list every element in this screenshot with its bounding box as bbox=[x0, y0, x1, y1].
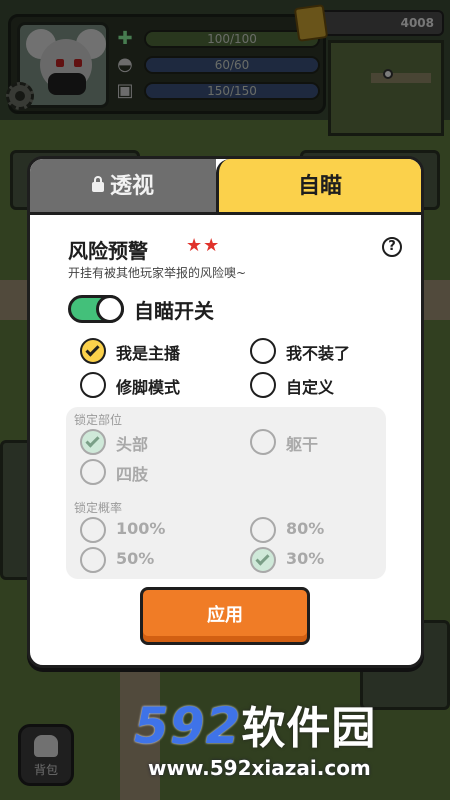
mode-option-label: 修脚模式 bbox=[116, 378, 181, 397]
auto-aim-toggle-label: 自瞄开关 bbox=[134, 299, 214, 323]
risk-warning-title: 风险预警 bbox=[68, 239, 148, 263]
lock-rate-heading: 锁定概率 bbox=[74, 501, 123, 515]
lock-rate-label: 50% bbox=[116, 549, 155, 568]
radio-unchecked-icon bbox=[250, 372, 276, 398]
radio-unchecked-icon bbox=[250, 338, 276, 364]
tab-divider bbox=[30, 212, 421, 215]
radio-unchecked-icon bbox=[80, 517, 106, 543]
radio-unchecked-icon bbox=[80, 547, 106, 573]
radio-unchecked-icon bbox=[80, 459, 106, 485]
radio-unchecked-icon bbox=[80, 372, 106, 398]
radio-unchecked-icon bbox=[250, 517, 276, 543]
tab-perspective[interactable]: 透视 bbox=[30, 159, 216, 215]
mode-option-label: 我是主播 bbox=[116, 344, 181, 363]
lock-part-label: 头部 bbox=[116, 435, 149, 454]
cheat-settings-modal: 透视 自瞄 风险预警 ★★ ? 开挂有被其他玩家举报的风险噢~ 自瞄开关 我是主… bbox=[27, 156, 424, 668]
lock-rate-label: 100% bbox=[116, 519, 166, 538]
radio-checked-icon bbox=[250, 547, 276, 573]
lock-rate-label: 30% bbox=[286, 549, 325, 568]
tab-perspective-label: 透视 bbox=[109, 174, 154, 199]
tab-auto-aim-label: 自瞄 bbox=[297, 174, 342, 199]
lock-part-label: 四肢 bbox=[116, 465, 149, 484]
lock-part-label: 躯干 bbox=[286, 435, 319, 454]
help-icon[interactable]: ? bbox=[382, 237, 402, 257]
mode-option-label: 自定义 bbox=[286, 378, 335, 397]
radio-checked-icon bbox=[80, 338, 106, 364]
radio-checked-icon bbox=[80, 429, 106, 455]
risk-warning-description: 开挂有被其他玩家举报的风险噢~ bbox=[68, 266, 247, 280]
tab-auto-aim[interactable]: 自瞄 bbox=[216, 159, 421, 215]
risk-level-stars: ★★ bbox=[186, 235, 221, 256]
auto-aim-toggle[interactable] bbox=[68, 295, 124, 323]
toggle-knob bbox=[96, 295, 124, 323]
apply-button[interactable]: 应用 bbox=[140, 587, 310, 645]
lock-rate-label: 80% bbox=[286, 519, 325, 538]
lock-icon bbox=[91, 176, 104, 192]
mode-option-label: 我不装了 bbox=[286, 344, 351, 363]
radio-unchecked-icon bbox=[250, 429, 276, 455]
lock-settings-panel: 锁定部位 头部 躯干 四肢 锁定概率 100% 80% 50% 30% bbox=[66, 407, 386, 579]
lock-part-heading: 锁定部位 bbox=[74, 413, 123, 427]
